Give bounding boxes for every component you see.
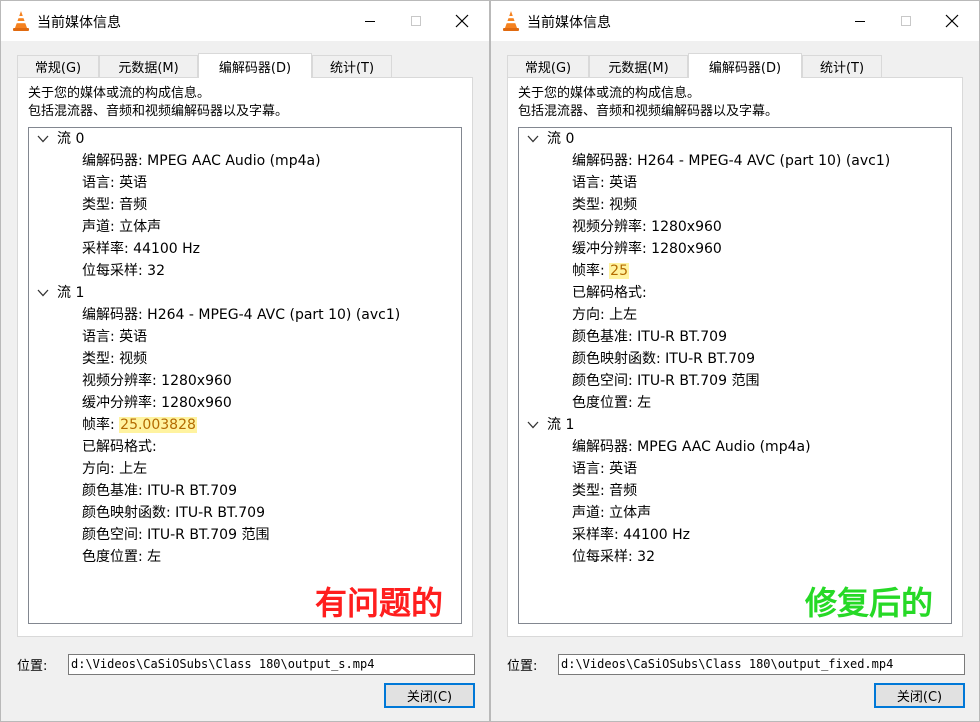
stream-property: 声道: 立体声	[572, 505, 652, 521]
media-info-window-right: 当前媒体信息 常规(G) 元数据(M) 编解码器(D) 统计(T) 关于您的媒体…	[490, 0, 980, 722]
description-line: 关于您的媒体或流的构成信息。	[28, 86, 211, 101]
media-info-window-left: 当前媒体信息 常规(G) 元数据(M) 编解码器(D) 统计(T) 关于您的媒体…	[0, 0, 490, 722]
stream-property: 色度位置: 左	[82, 549, 162, 565]
stream-property: 位每采样: 32	[572, 549, 655, 565]
stream-property: 颜色映射函数: ITU-R BT.709	[82, 505, 265, 521]
stream-property: 类型: 视频	[572, 197, 638, 213]
chevron-down-icon[interactable]	[37, 132, 49, 146]
location-field[interactable]: d:\Videos\CaSiOSubs\Class 180\output_fix…	[558, 654, 965, 675]
stream-property: 已解码格式:	[82, 439, 157, 455]
location-label: 位置:	[17, 659, 48, 674]
minimize-button[interactable]	[837, 5, 883, 37]
stream-property: 采样率: 44100 Hz	[82, 241, 201, 257]
description-line: 关于您的媒体或流的构成信息。	[518, 86, 701, 101]
stream-property: 颜色空间: ITU-R BT.709 范围	[572, 373, 760, 389]
close-window-button[interactable]	[929, 5, 975, 37]
description-line: 包括混流器、音频和视频编解码器以及字幕。	[28, 104, 289, 119]
tab-statistics[interactable]: 统计(T)	[312, 55, 392, 77]
maximize-icon	[901, 16, 911, 26]
codec-panel: 关于您的媒体或流的构成信息。 包括混流器、音频和视频编解码器以及字幕。 流 0 …	[507, 77, 963, 637]
title-bar[interactable]: 当前媒体信息	[491, 1, 979, 41]
frame-rate-value: 25	[609, 263, 629, 279]
stream-label: 流 0	[547, 131, 575, 147]
stream-label: 流 0	[57, 131, 85, 147]
chevron-down-icon[interactable]	[37, 286, 49, 300]
chevron-down-icon[interactable]	[527, 418, 539, 432]
tab-statistics[interactable]: 统计(T)	[802, 55, 882, 77]
tab-codec[interactable]: 编解码器(D)	[198, 53, 312, 78]
stream-property: 语言: 英语	[82, 175, 148, 191]
stream-property: 视频分辨率: 1280x960	[572, 219, 722, 235]
window-title: 当前媒体信息	[37, 15, 121, 31]
stream-label: 流 1	[57, 285, 85, 301]
close-window-button[interactable]	[439, 5, 485, 37]
stream-property: 采样率: 44100 Hz	[572, 527, 691, 543]
stream-tree[interactable]: 流 0 编解码器: MPEG AAC Audio (mp4a) 语言: 英语 类…	[28, 127, 462, 624]
minimize-icon	[365, 21, 375, 22]
close-button[interactable]: 关闭(C)	[874, 683, 965, 708]
stream-property: 语言: 英语	[572, 175, 638, 191]
frame-rate-property: 帧率: 25.003828	[82, 414, 197, 436]
stream-property: 视频分辨率: 1280x960	[82, 373, 232, 389]
description: 关于您的媒体或流的构成信息。 包括混流器、音频和视频编解码器以及字幕。	[28, 85, 288, 121]
stream-property: 语言: 英语	[572, 461, 638, 477]
stream-property: 编解码器: MPEG AAC Audio (mp4a)	[572, 439, 811, 455]
stream-property: 语言: 英语	[82, 329, 148, 345]
tab-general[interactable]: 常规(G)	[17, 55, 99, 77]
overlay-caption: 有问题的	[315, 584, 444, 622]
stream-property: 类型: 视频	[82, 351, 148, 367]
stream-property: 颜色空间: ITU-R BT.709 范围	[82, 527, 270, 543]
stream-property: 编解码器: MPEG AAC Audio (mp4a)	[82, 153, 321, 169]
stream-property: 颜色基准: ITU-R BT.709	[572, 329, 727, 345]
stream-property: 类型: 音频	[82, 197, 148, 213]
stream-property: 编解码器: H264 - MPEG-4 AVC (part 10) (avc1)	[82, 307, 401, 323]
tab-metadata[interactable]: 元数据(M)	[589, 55, 688, 77]
close-icon	[945, 14, 959, 28]
stream-property: 类型: 音频	[572, 483, 638, 499]
codec-panel: 关于您的媒体或流的构成信息。 包括混流器、音频和视频编解码器以及字幕。 流 0 …	[17, 77, 473, 637]
minimize-button[interactable]	[347, 5, 393, 37]
stream-property: 缓冲分辨率: 1280x960	[572, 241, 722, 257]
frame-rate-property: 帧率: 25	[572, 260, 629, 282]
maximize-button[interactable]	[393, 5, 439, 37]
stream-property: 位每采样: 32	[82, 263, 165, 279]
overlay-caption: 修复后的	[805, 584, 934, 622]
maximize-button[interactable]	[883, 5, 929, 37]
stream-property: 色度位置: 左	[572, 395, 652, 411]
stream-property: 缓冲分辨率: 1280x960	[82, 395, 232, 411]
stream-property: 编解码器: H264 - MPEG-4 AVC (part 10) (avc1)	[572, 153, 891, 169]
vlc-cone-icon	[503, 11, 519, 31]
chevron-down-icon[interactable]	[527, 132, 539, 146]
maximize-icon	[411, 16, 421, 26]
tab-metadata[interactable]: 元数据(M)	[99, 55, 198, 77]
location-field[interactable]: d:\Videos\CaSiOSubs\Class 180\output_s.m…	[68, 654, 475, 675]
description-line: 包括混流器、音频和视频编解码器以及字幕。	[518, 104, 779, 119]
tab-codec[interactable]: 编解码器(D)	[688, 53, 802, 78]
stream-property: 已解码格式:	[572, 285, 647, 301]
description: 关于您的媒体或流的构成信息。 包括混流器、音频和视频编解码器以及字幕。	[518, 85, 778, 121]
vlc-cone-icon	[13, 11, 29, 31]
stream-property: 方向: 上左	[82, 461, 148, 477]
stream-property: 声道: 立体声	[82, 219, 162, 235]
window-title: 当前媒体信息	[527, 15, 611, 31]
frame-rate-label: 帧率:	[82, 417, 120, 433]
frame-rate-value: 25.003828	[119, 417, 197, 433]
stream-property: 颜色基准: ITU-R BT.709	[82, 483, 237, 499]
stream-property: 颜色映射函数: ITU-R BT.709	[572, 351, 755, 367]
stream-tree[interactable]: 流 0 编解码器: H264 - MPEG-4 AVC (part 10) (a…	[518, 127, 952, 624]
close-button[interactable]: 关闭(C)	[384, 683, 475, 708]
title-bar[interactable]: 当前媒体信息	[1, 1, 489, 41]
close-icon	[455, 14, 469, 28]
frame-rate-label: 帧率:	[572, 263, 610, 279]
stream-label: 流 1	[547, 417, 575, 433]
minimize-icon	[855, 21, 865, 22]
tab-general[interactable]: 常规(G)	[507, 55, 589, 77]
stream-property: 方向: 上左	[572, 307, 638, 323]
location-label: 位置:	[507, 659, 538, 674]
